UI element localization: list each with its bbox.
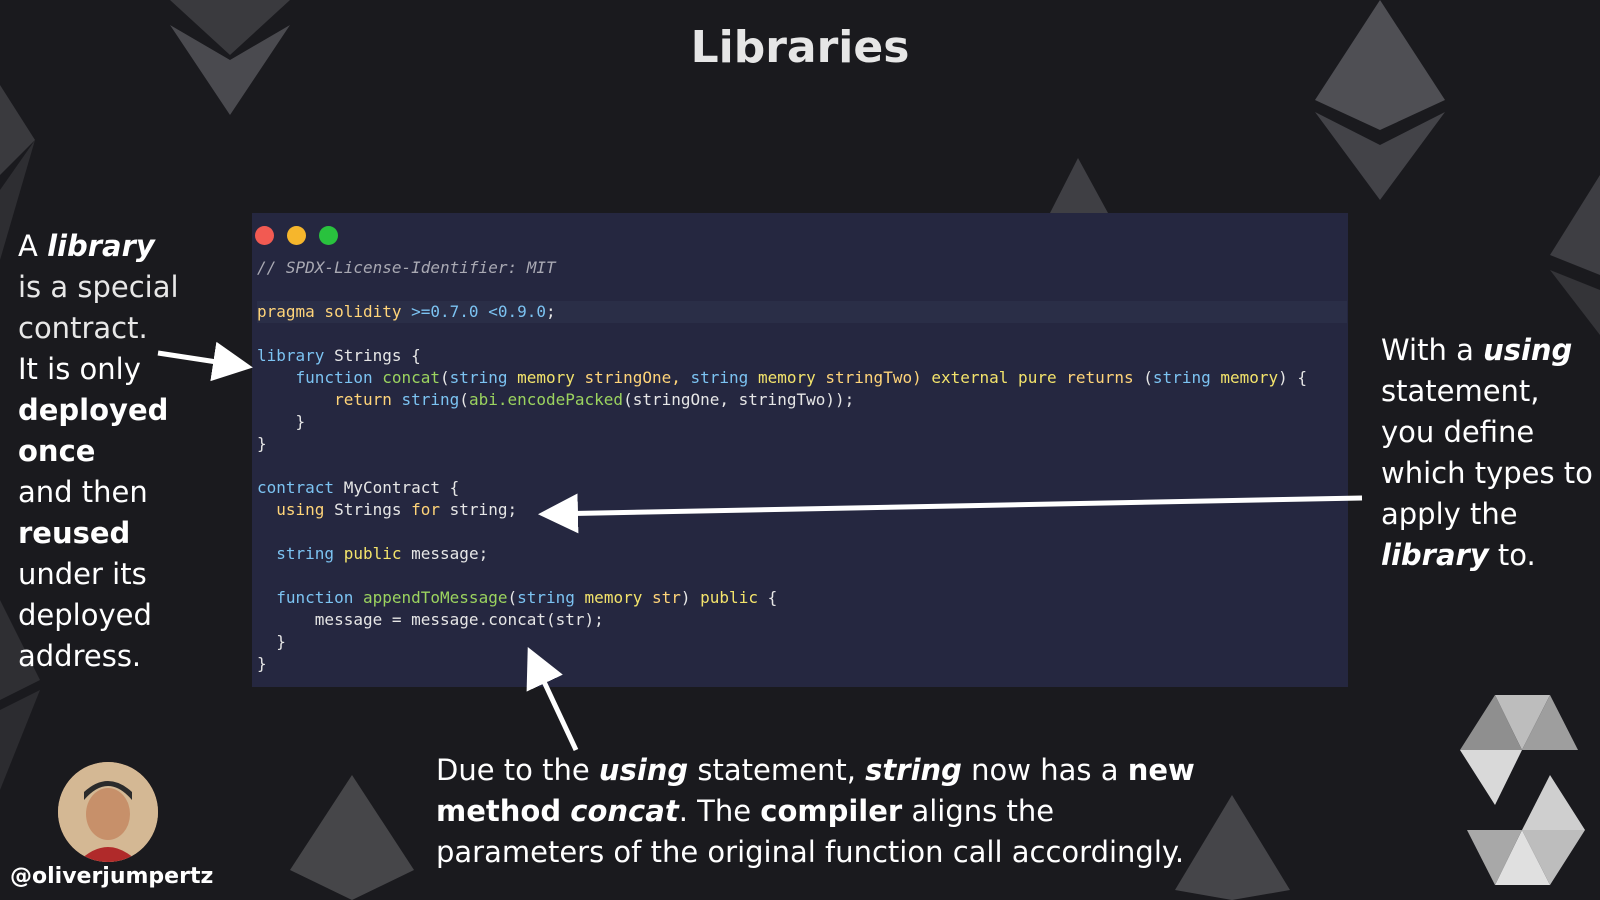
arrow-to-concat [526, 646, 579, 752]
arrow-to-library [157, 341, 253, 382]
annotation-arrows [157, 341, 1363, 752]
arrow-to-using [538, 493, 1363, 534]
